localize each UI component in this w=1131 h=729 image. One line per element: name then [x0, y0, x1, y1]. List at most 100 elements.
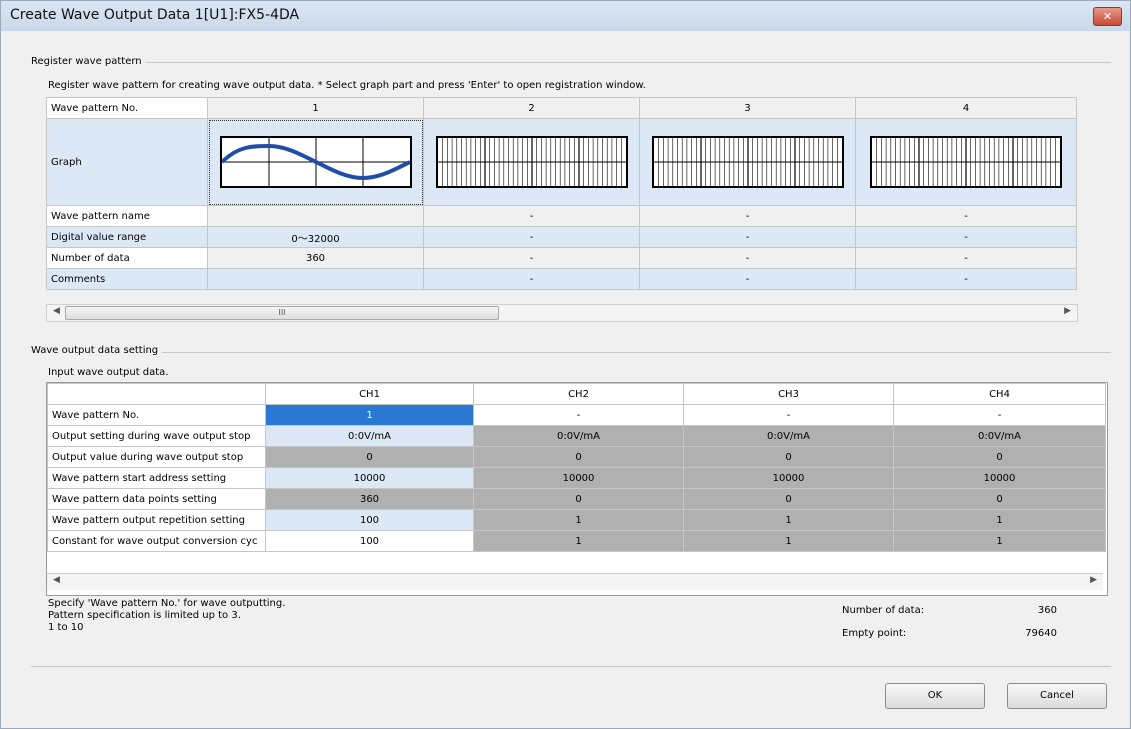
table-row: Digital value range 0～32000 - - - [46, 226, 1077, 248]
table-row: Number of data 360 - - - [46, 247, 1077, 269]
close-button[interactable]: ✕ [1093, 7, 1122, 26]
value-cell-ch3[interactable]: - [683, 404, 894, 426]
value-cell-ch2[interactable]: 1 [473, 509, 684, 531]
sine-wave-chart [221, 138, 410, 186]
value-cell-ch4[interactable]: 1 [893, 509, 1106, 531]
column-header-ch1: CH1 [265, 383, 474, 405]
empty-graph[interactable] [651, 136, 844, 188]
row-label: Constant for wave output conversion cyc [47, 530, 266, 552]
value-cell-ch3[interactable]: 1 [683, 530, 894, 552]
graph-cell-4[interactable] [855, 118, 1077, 206]
value-cell-ch1[interactable]: 0 [265, 446, 474, 468]
close-icon: ✕ [1102, 10, 1113, 23]
scroll-right-icon[interactable]: ▶ [1064, 306, 1071, 316]
dialog-window: Create Wave Output Data 1[U1]:FX5-4DA ✕ … [0, 0, 1131, 729]
value-cell-ch2[interactable]: 0 [473, 488, 684, 510]
cancel-button[interactable]: Cancel [1007, 683, 1107, 709]
data-count: - [855, 247, 1077, 269]
output-scrollbar[interactable]: ◀ ▶ [47, 573, 1103, 590]
row-label: Comments [46, 268, 208, 290]
row-label: Wave pattern name [46, 205, 208, 227]
value-cell-ch4[interactable]: 1 [893, 530, 1106, 552]
register-hint: Register wave pattern for creating wave … [48, 80, 646, 91]
group-divider [31, 62, 1111, 63]
table-row: Wave pattern No. 1 2 3 4 [46, 97, 1077, 119]
digital-range: 0～32000 [207, 226, 424, 248]
value-cell-ch1[interactable]: 10000 [265, 467, 474, 489]
wave-output-table: CH1 CH2 CH3 CH4 Wave pattern No. 1- - - Outp… [47, 383, 1106, 552]
column-header-ch4: CH4 [893, 383, 1106, 405]
column-header-ch2: CH2 [473, 383, 684, 405]
value-cell-ch3[interactable]: 0 [683, 446, 894, 468]
empty-graph[interactable] [435, 136, 628, 188]
value-cell-ch1[interactable]: 1 [265, 404, 474, 426]
info-line-3: 1 to 10 [48, 622, 84, 633]
corner-cell [47, 383, 266, 405]
pattern-name[interactable]: - [423, 205, 640, 227]
digital-range: - [423, 226, 640, 248]
title-bar[interactable]: Create Wave Output Data 1[U1]:FX5-4DA ✕ [1, 1, 1130, 31]
value-cell-ch3[interactable]: 0:0V/mA [683, 425, 894, 447]
row-label: Wave pattern data points setting [47, 488, 266, 510]
data-count: 360 [207, 247, 424, 269]
value-cell-ch4[interactable]: 10000 [893, 467, 1106, 489]
row-label: Wave pattern start address setting [47, 467, 266, 489]
info-line-1: Specify 'Wave pattern No.' for wave outp… [48, 598, 286, 609]
comment-cell[interactable]: - [639, 268, 856, 290]
ok-button[interactable]: OK [885, 683, 985, 709]
value-cell-ch1[interactable]: 100 [265, 530, 474, 552]
empty-graph[interactable] [870, 136, 1062, 188]
wave-graph[interactable] [219, 136, 412, 188]
grid-pattern [437, 138, 626, 186]
table-row: Wave pattern data points setting 360 0 0 0 [47, 488, 1106, 510]
value-cell-ch2[interactable]: - [473, 404, 684, 426]
register-scrollbar[interactable]: ◀ III ▶ [46, 304, 1078, 322]
scroll-left-icon[interactable]: ◀ [53, 306, 60, 316]
scroll-thumb[interactable]: III [65, 306, 499, 320]
value-cell-ch3[interactable]: 0 [683, 488, 894, 510]
empty-point-label: Empty point: [842, 628, 907, 639]
table-row: Output value during wave output stop 0 0 0 0 [47, 446, 1106, 468]
pattern-no: 4 [855, 97, 1077, 119]
table-row: Output setting during wave output stop 0:… [47, 425, 1106, 447]
comment-cell[interactable] [207, 268, 424, 290]
scroll-right-icon[interactable]: ▶ [1090, 575, 1097, 585]
output-group-label: Wave output data setting [31, 345, 163, 356]
value-cell-ch4[interactable]: - [893, 404, 1106, 426]
row-label: Number of data [46, 247, 208, 269]
value-cell-ch1[interactable]: 100 [265, 509, 474, 531]
value-cell-ch2[interactable]: 0 [473, 446, 684, 468]
pattern-no: 1 [207, 97, 424, 119]
graph-cell-1[interactable] [207, 118, 424, 206]
pattern-name[interactable]: - [855, 205, 1077, 227]
comment-cell[interactable]: - [855, 268, 1077, 290]
header-row: CH1 CH2 CH3 CH4 [47, 383, 1106, 405]
data-count: - [639, 247, 856, 269]
graph-cell-2[interactable] [423, 118, 640, 206]
value-cell-ch1[interactable]: 0:0V/mA [265, 425, 474, 447]
table-row: Wave pattern start address setting 10000 1… [47, 467, 1106, 489]
column-header-ch3: CH3 [683, 383, 894, 405]
pattern-name[interactable] [207, 205, 424, 227]
empty-point-value: 79640 [1025, 628, 1057, 639]
wave-pattern-table: Wave pattern No. 1 2 3 4 Graph Wave patt… [46, 97, 1077, 290]
value-cell-ch3[interactable]: 1 [683, 509, 894, 531]
row-label: Wave pattern output repetition setting [47, 509, 266, 531]
pattern-name[interactable]: - [639, 205, 856, 227]
pattern-no: 3 [639, 97, 856, 119]
row-label: Output value during wave output stop [47, 446, 266, 468]
graph-cell-3[interactable] [639, 118, 856, 206]
value-cell-ch2[interactable]: 10000 [473, 467, 684, 489]
value-cell-ch3[interactable]: 10000 [683, 467, 894, 489]
value-cell-ch4[interactable]: 0 [893, 446, 1106, 468]
row-label: Digital value range [46, 226, 208, 248]
value-cell-ch4[interactable]: 0 [893, 488, 1106, 510]
value-cell-ch2[interactable]: 0:0V/mA [473, 425, 684, 447]
value-cell-ch4[interactable]: 0:0V/mA [893, 425, 1106, 447]
value-cell-ch2[interactable]: 1 [473, 530, 684, 552]
data-count: - [423, 247, 640, 269]
row-label: Wave pattern No. [47, 404, 266, 426]
comment-cell[interactable]: - [423, 268, 640, 290]
scroll-left-icon[interactable]: ◀ [53, 575, 60, 585]
value-cell-ch1[interactable]: 360 [265, 488, 474, 510]
